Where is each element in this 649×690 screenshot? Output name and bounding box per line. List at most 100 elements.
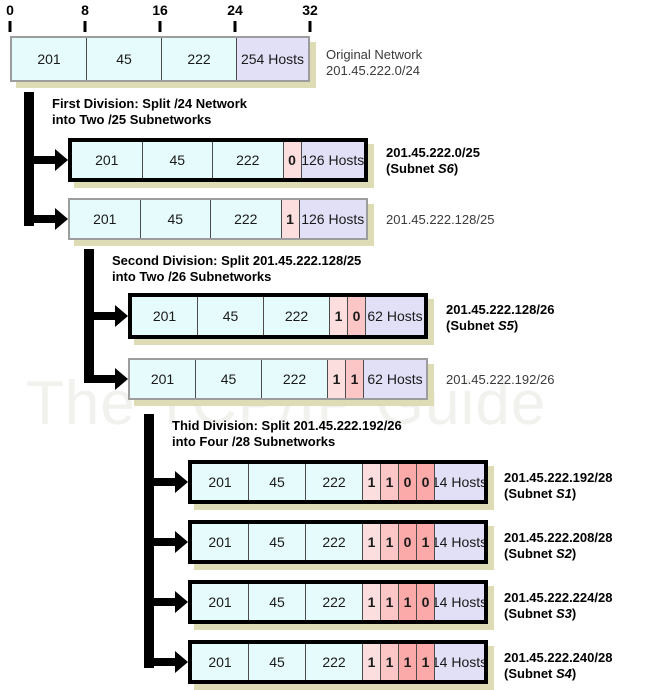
- address-bar-subnet-s2[interactable]: 201 45 222 1 1 0 1 14 Hosts: [188, 520, 488, 564]
- subnet-bit-cell-1: 1: [363, 584, 381, 620]
- arrow-stem: [24, 215, 55, 223]
- arrow-stem: [144, 598, 175, 606]
- caption-subnet-s6: 201.45.222.0/25 (Subnet S6): [386, 145, 480, 177]
- address-bar-subnet-128-25[interactable]: 201 45 222 1 126 Hosts: [68, 198, 368, 240]
- arrow-head-icon: [115, 305, 128, 327]
- subnet-bit-cell-2: 1: [381, 644, 399, 680]
- subnet-bit-cell-2: 1: [381, 584, 399, 620]
- arrow-stem: [144, 478, 175, 486]
- ruler-tick-mark-16: [158, 21, 162, 32]
- address-bar-subnet-192-26[interactable]: 201 45 222 1 1 62 Hosts: [128, 358, 428, 400]
- heading-first-line1: First Division: Split /24 Network: [52, 96, 248, 111]
- connector-arrow-5: [144, 471, 188, 493]
- caption-subnet-id: S1: [556, 486, 572, 501]
- caption-address: 201.45.222.192/26: [446, 372, 555, 387]
- heading-second-line2: into Two /26 Subnetworks: [112, 269, 272, 284]
- subnet-bit-cell-2: 1: [346, 360, 364, 398]
- address-bar-subnet-s6[interactable]: 201 45 222 0 126 Hosts: [68, 138, 368, 182]
- subnet-bit-cell-3: 0: [399, 464, 417, 500]
- arrow-stem: [84, 375, 115, 383]
- heading-third-line1: Thid Division: Split 201.45.222.192/26: [172, 418, 402, 433]
- subnet-bit-cell-4: 1: [417, 644, 435, 680]
- subnet-bit-cell-1: 1: [330, 297, 348, 335]
- caption-subnet-name: (Subnet S3): [504, 606, 577, 621]
- host-field-cell: 126 Hosts: [301, 142, 364, 178]
- arrow-stem: [144, 658, 175, 666]
- address-bar-original-network[interactable]: 201 45 222 254 Hosts: [10, 36, 310, 82]
- caption-subnet-s4: 201.45.222.240/28 (Subnet S4): [504, 650, 612, 682]
- caption-subnet-id: S5: [498, 318, 514, 333]
- host-field-cell: 62 Hosts: [366, 297, 424, 335]
- host-field-cell: 62 Hosts: [364, 360, 426, 398]
- octet-cell-1: 201: [130, 360, 196, 398]
- octet-cell-3: 222: [213, 142, 284, 178]
- caption-subnet-128-25: 201.45.222.128/25: [386, 212, 494, 228]
- octet-cell-2: 45: [140, 200, 211, 238]
- caption-subnet-name: (Subnet S6): [386, 161, 459, 176]
- caption-address: 201.45.222.208/28: [504, 530, 613, 545]
- caption-subnet-id: S3: [556, 606, 572, 621]
- octet-cell-2: 45: [249, 524, 306, 560]
- ruler-tick-label-16: 16: [152, 2, 168, 18]
- caption-subnet-name: (Subnet S5): [446, 318, 519, 333]
- caption-subnet-s3: 201.45.222.224/28 (Subnet S3): [504, 590, 612, 622]
- octet-cell-3: 222: [306, 584, 363, 620]
- address-bar-subnet-s5[interactable]: 201 45 222 1 0 62 Hosts: [128, 293, 428, 339]
- subnet-bit-cell-4: 0: [417, 584, 435, 620]
- caption-subnet-name: (Subnet S4): [504, 666, 577, 681]
- subnet-bit-cell-4: 0: [417, 464, 435, 500]
- arrow-head-icon: [175, 591, 188, 613]
- caption-subnet-id: S6: [438, 161, 454, 176]
- ruler-tick-mark-8: [83, 21, 87, 32]
- heading-first-line2: into Two /25 Subnetworks: [52, 112, 212, 127]
- address-bar-subnet-s3[interactable]: 201 45 222 1 1 1 0 14 Hosts: [188, 580, 488, 624]
- octet-cell-2: 45: [87, 38, 162, 80]
- octet-cell-2: 45: [249, 644, 306, 680]
- ruler-tick-label-32: 32: [302, 2, 318, 18]
- octet-cell-1: 201: [72, 142, 143, 178]
- address-bar-subnet-s4[interactable]: 201 45 222 1 1 1 1 14 Hosts: [188, 640, 488, 684]
- subnet-bit-cell-3: 1: [399, 584, 417, 620]
- octet-cell-3: 222: [262, 360, 328, 398]
- host-field-cell: 254 Hosts: [237, 38, 308, 80]
- octet-cell-2: 45: [249, 584, 306, 620]
- ruler-tick-mark-32: [308, 21, 312, 32]
- connector-arrow-2: [24, 208, 68, 230]
- caption-subnet-name: 201.45.222.0/24: [326, 63, 420, 78]
- heading-second-division: Second Division: Split 201.45.222.128/25…: [112, 253, 361, 285]
- caption-subnet-s5: 201.45.222.128/26 (Subnet S5): [446, 302, 554, 334]
- caption-address: Original Network: [326, 47, 423, 62]
- octet-cell-3: 222: [306, 644, 363, 680]
- octet-cell-3: 222: [264, 297, 330, 335]
- octet-cell-1: 201: [192, 644, 249, 680]
- heading-third-division: Thid Division: Split 201.45.222.192/26 i…: [172, 418, 402, 450]
- ruler-tick-label-8: 8: [81, 2, 89, 18]
- address-bar-subnet-s1[interactable]: 201 45 222 1 1 0 0 14 Hosts: [188, 460, 488, 504]
- subnet-bit-cell-1: 0: [283, 142, 302, 178]
- octet-cell-1: 201: [192, 584, 249, 620]
- caption-subnet-s2: 201.45.222.208/28 (Subnet S2): [504, 530, 612, 562]
- heading-second-line1: Second Division: Split 201.45.222.128/25: [112, 253, 362, 268]
- arrow-stem: [144, 538, 175, 546]
- host-field-cell: 14 Hosts: [435, 464, 484, 500]
- connector-arrow-4: [84, 368, 128, 390]
- connector-arrow-1: [24, 149, 68, 171]
- arrow-head-icon: [175, 471, 188, 493]
- subnet-bit-cell-2: 1: [381, 464, 399, 500]
- octet-cell-3: 222: [162, 38, 237, 80]
- host-field-cell: 14 Hosts: [435, 644, 484, 680]
- connector-arrow-6: [144, 531, 188, 553]
- subnet-bit-cell-1: 1: [363, 644, 381, 680]
- arrow-head-icon: [115, 368, 128, 390]
- octet-cell-1: 201: [132, 297, 198, 335]
- arrow-head-icon: [175, 651, 188, 673]
- caption-address: 201.45.222.128/25: [386, 212, 495, 227]
- ruler-tick-label-0: 0: [6, 2, 14, 18]
- bit-ruler: 0 8 16 24 32: [0, 0, 649, 34]
- ruler-tick-mark-24: [233, 21, 237, 32]
- octet-cell-1: 201: [192, 464, 249, 500]
- octet-cell-2: 45: [196, 360, 262, 398]
- octet-cell-2: 45: [249, 464, 306, 500]
- octet-cell-3: 222: [306, 464, 363, 500]
- subnet-bit-cell-3: 1: [399, 644, 417, 680]
